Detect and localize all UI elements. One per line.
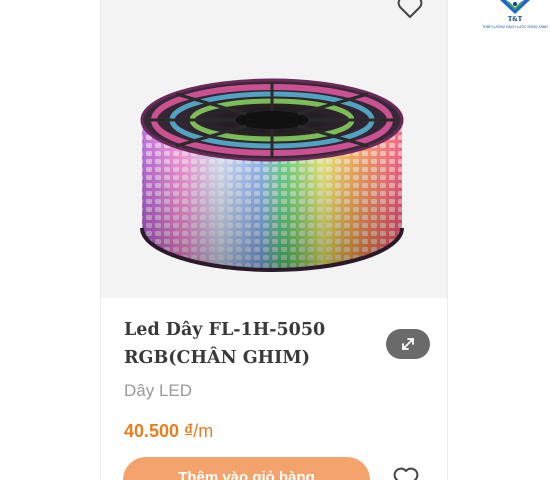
add-to-cart-button[interactable]: Thêm vào giỏ hàng <box>123 457 370 480</box>
product-card: Led Dây FL-1H-5050 RGB(CHÂN GHIM) Dây LE… <box>101 0 447 480</box>
wishlist-heart-icon[interactable] <box>393 467 419 480</box>
price-unit: /m <box>193 421 214 441</box>
product-price: 40.500 ₫/m <box>124 421 213 442</box>
price-value: 40.500 ₫ <box>124 421 194 441</box>
brand-logo[interactable]: T&T THẮP LƯỚNG SÁCH LUÔC SỐNG XANH <box>480 0 550 36</box>
quick-view-button[interactable] <box>386 329 430 359</box>
logo-name: T&T <box>507 16 523 23</box>
expand-icon <box>402 338 414 350</box>
logo-tagline: THẮP LƯỚNG SÁCH LUÔC SỐNG XANH <box>482 25 548 29</box>
product-title[interactable]: Led Dây FL-1H-5050 RGB(CHÂN GHIM) <box>124 316 429 372</box>
wishlist-heart-icon[interactable] <box>396 0 424 20</box>
product-image[interactable] <box>136 78 408 278</box>
product-image-area <box>101 0 447 298</box>
product-category[interactable]: Dây LED <box>124 381 192 401</box>
